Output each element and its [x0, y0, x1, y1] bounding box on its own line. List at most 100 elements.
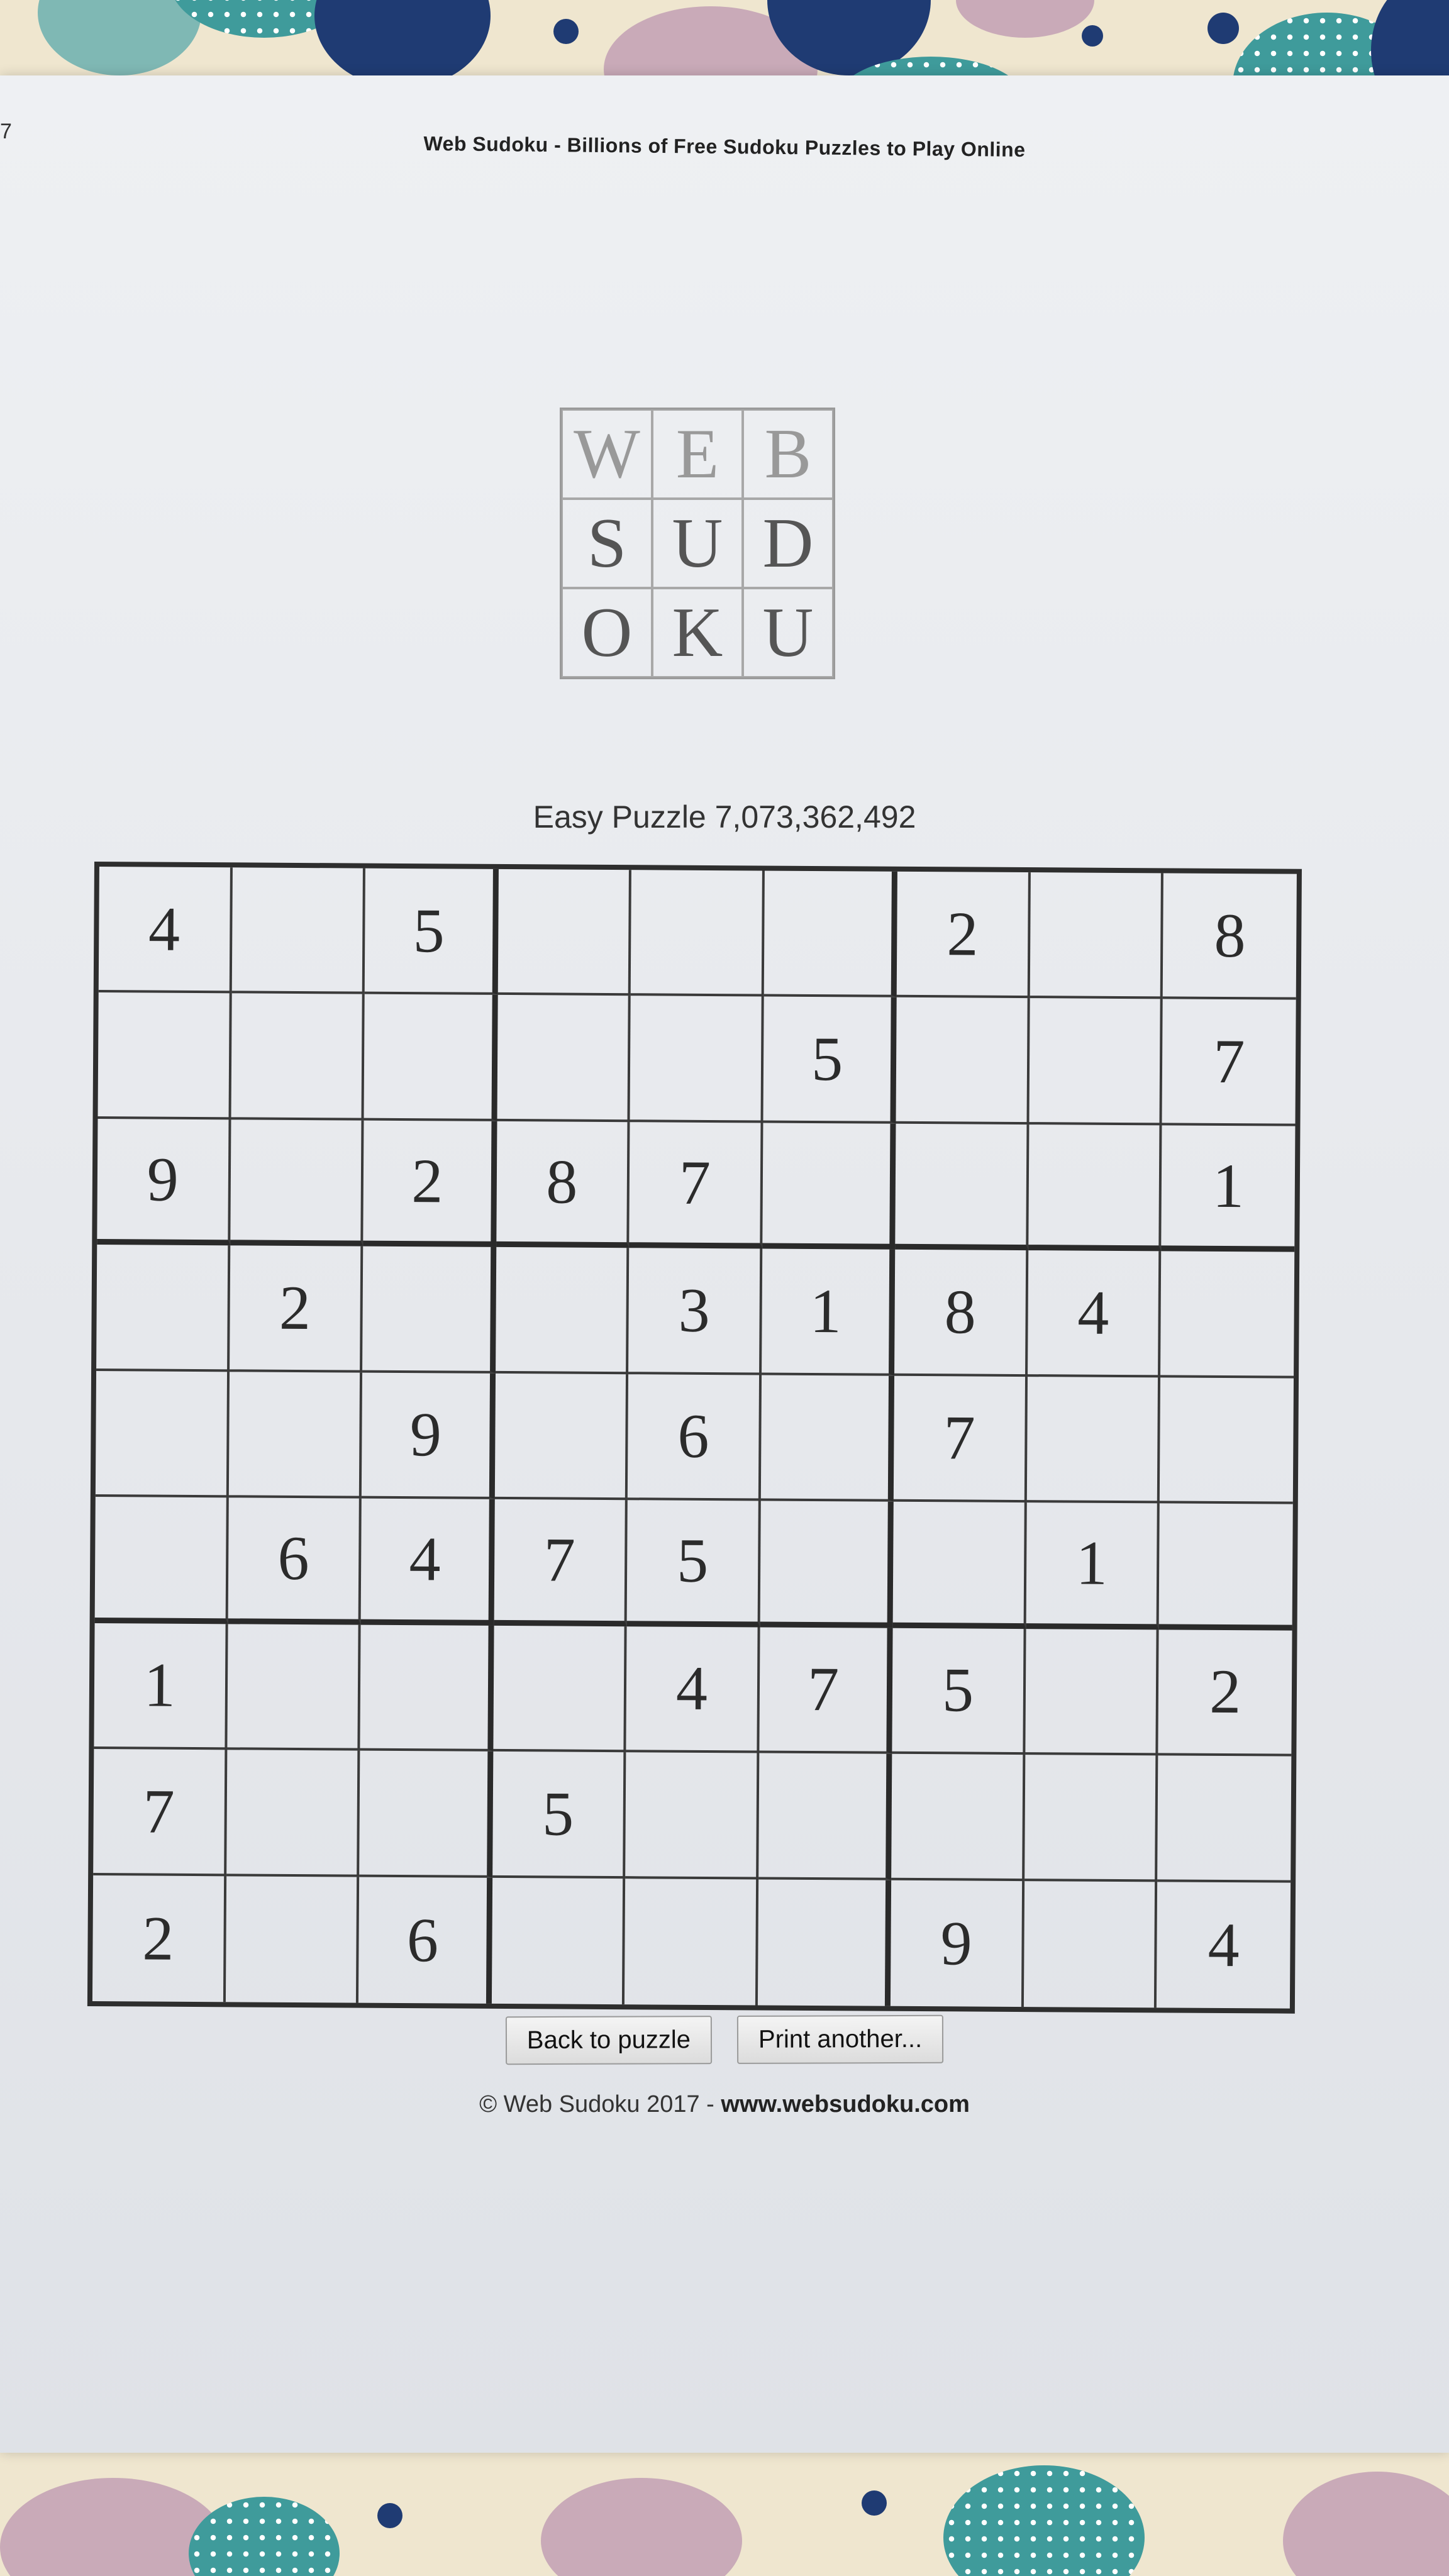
sudoku-cell[interactable]: [225, 1875, 360, 2003]
sudoku-cell: 8: [496, 1121, 630, 1248]
sudoku-cell[interactable]: [226, 1750, 360, 1877]
cloth-dot: [1082, 25, 1103, 47]
sudoku-cell[interactable]: [1160, 1251, 1295, 1379]
sudoku-cell[interactable]: [1023, 1880, 1158, 2008]
sudoku-cell[interactable]: [762, 1123, 896, 1250]
sudoku-cell[interactable]: [1029, 998, 1163, 1126]
footer-site-link[interactable]: www.websudoku.com: [721, 2091, 970, 2118]
sudoku-cell[interactable]: [895, 1123, 1030, 1251]
sudoku-cell: 7: [1162, 999, 1296, 1126]
sudoku-cell: 1: [94, 1623, 228, 1750]
cloth-dot: [1208, 13, 1239, 44]
sudoku-cell[interactable]: [495, 1247, 630, 1374]
sudoku-cell: 7: [494, 1499, 628, 1626]
printed-page: 7 Web Sudoku - Billions of Free Sudoku P…: [0, 75, 1449, 2453]
sudoku-cell: 4: [98, 867, 233, 994]
action-buttons: Back to puzzle Print another...: [0, 2013, 1449, 2067]
logo-letter: O: [562, 588, 652, 677]
sudoku-cell: 1: [1161, 1125, 1296, 1252]
cloth-dot: [862, 2490, 887, 2516]
sudoku-cell[interactable]: [97, 992, 232, 1120]
page-header-title: Web Sudoku - Billions of Free Sudoku Puz…: [423, 131, 1026, 162]
sudoku-cell[interactable]: [231, 993, 365, 1121]
back-to-puzzle-button[interactable]: Back to puzzle: [505, 2016, 713, 2065]
sudoku-cell[interactable]: [226, 1623, 361, 1751]
sudoku-cell: 4: [360, 1498, 495, 1626]
sudoku-cell: 6: [628, 1374, 762, 1501]
sudoku-cell: 5: [492, 1752, 626, 1879]
sudoku-cell: 9: [97, 1118, 231, 1246]
sudoku-cell[interactable]: [360, 1624, 494, 1752]
print-another-button[interactable]: Print another...: [736, 2014, 944, 2064]
sudoku-cell[interactable]: [96, 1245, 230, 1372]
sudoku-cell[interactable]: [625, 1752, 760, 1880]
sudoku-cell[interactable]: [497, 995, 631, 1123]
sudoku-cell: 2: [1158, 1629, 1292, 1757]
sudoku-cell[interactable]: [493, 1625, 627, 1753]
sudoku-cell: 2: [363, 1120, 497, 1248]
sudoku-cell[interactable]: [1157, 1755, 1292, 1883]
sudoku-cell: 7: [759, 1627, 893, 1754]
sudoku-cell[interactable]: [896, 997, 1030, 1124]
sudoku-cell[interactable]: [892, 1502, 1027, 1629]
sudoku-cell[interactable]: [1159, 1503, 1293, 1631]
cloth-dot: [541, 2478, 742, 2576]
sudoku-cell[interactable]: [763, 870, 898, 998]
logo-letter: K: [652, 588, 743, 677]
sudoku-cell[interactable]: [497, 869, 632, 996]
sudoku-grid-container: 45285792871231849676475114752752694: [87, 862, 1302, 2014]
sudoku-cell[interactable]: [231, 867, 366, 995]
sudoku-cell[interactable]: [891, 1753, 1026, 1881]
sudoku-cell: 5: [892, 1628, 1026, 1755]
sudoku-cell[interactable]: [95, 1370, 230, 1498]
sudoku-cell[interactable]: [1026, 1376, 1161, 1504]
sudoku-cell: 5: [364, 868, 499, 996]
sudoku-cell[interactable]: [94, 1497, 229, 1624]
sudoku-cell[interactable]: [757, 1879, 892, 2006]
sudoku-cell[interactable]: [1024, 1755, 1158, 1882]
sudoku-cell[interactable]: [1160, 1377, 1294, 1504]
sudoku-cell: 1: [1026, 1502, 1160, 1630]
sudoku-cell: 4: [1208, 1910, 1240, 1980]
cloth-dot: [377, 2503, 402, 2528]
sudoku-cell[interactable]: [491, 1877, 626, 2005]
sudoku-cell: 2: [92, 1875, 226, 2002]
logo-letter: U: [743, 588, 833, 677]
cloth-dot: [314, 0, 491, 88]
websudoku-logo: W E B S U D O K U: [560, 408, 835, 679]
sudoku-cell: 2: [897, 871, 1031, 999]
sudoku-cell[interactable]: [228, 1372, 363, 1499]
cloth-dot: [1283, 2472, 1449, 2576]
footer-copyright: © Web Sudoku 2017 -: [479, 2091, 721, 2118]
cloth-dot: [553, 19, 579, 44]
sudoku-cell[interactable]: [630, 870, 765, 997]
sudoku-cell[interactable]: [625, 1878, 758, 2006]
tablecloth-bottom: [0, 2453, 1449, 2576]
sudoku-cell[interactable]: [760, 1501, 894, 1628]
sudoku-cell: 6: [358, 1877, 492, 2004]
sudoku-cell[interactable]: [630, 996, 764, 1123]
logo-letter: U: [652, 499, 743, 588]
sudoku-cell[interactable]: [1028, 1124, 1162, 1252]
sudoku-cell[interactable]: [362, 1246, 496, 1374]
sudoku-cell: 2: [229, 1245, 364, 1373]
sudoku-cell: 3: [628, 1248, 763, 1375]
sudoku-cell[interactable]: [230, 1119, 364, 1246]
sudoku-cell[interactable]: [494, 1373, 629, 1501]
sudoku-cell: 9: [361, 1372, 496, 1500]
sudoku-cell[interactable]: [758, 1753, 892, 1880]
logo-letter: B: [743, 409, 833, 499]
cloth-dot: [956, 0, 1094, 38]
sudoku-grid: 45285792871231849676475114752752694: [87, 862, 1302, 2014]
sudoku-cell: 1: [761, 1248, 896, 1376]
logo-letter: E: [652, 409, 743, 499]
sudoku-cell[interactable]: [760, 1375, 895, 1502]
sudoku-cell[interactable]: [1030, 872, 1164, 999]
sudoku-cell[interactable]: [1025, 1628, 1160, 1756]
sudoku-cell[interactable]: [364, 994, 498, 1121]
cloth-dot: [189, 2497, 340, 2576]
logo-letter: D: [743, 499, 833, 588]
sudoku-cell[interactable]: [359, 1750, 494, 1878]
cloth-dot: [38, 0, 201, 75]
sudoku-cell: 4: [1027, 1250, 1162, 1378]
